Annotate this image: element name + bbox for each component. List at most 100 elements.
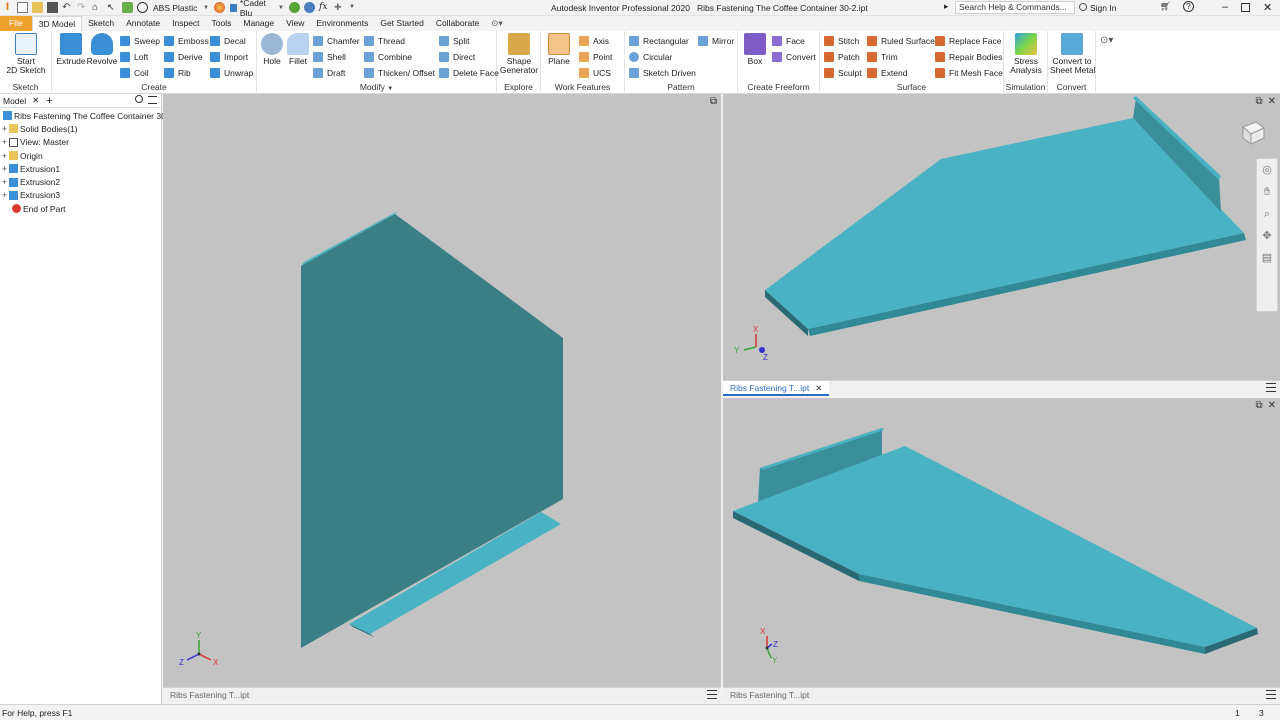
split-button[interactable]: Split xyxy=(439,34,470,47)
browser-menu-icon[interactable] xyxy=(148,96,157,104)
extrude-button[interactable]: Extrude xyxy=(56,33,86,66)
menu-icon[interactable] xyxy=(707,690,717,699)
import-button[interactable]: Import xyxy=(210,50,248,63)
tree-item-end-of-part[interactable]: End of Part xyxy=(0,202,161,215)
direct-button[interactable]: Direct xyxy=(439,50,475,63)
plane-button[interactable]: Plane xyxy=(545,33,573,66)
undo-icon[interactable]: ↶ xyxy=(62,2,73,13)
chamfer-button[interactable]: Chamfer xyxy=(313,34,360,47)
sweep-button[interactable]: Sweep xyxy=(120,34,160,47)
tree-item-extrusion2[interactable]: + Extrusion2 xyxy=(0,175,161,188)
redo-icon[interactable]: ↷ xyxy=(77,2,88,13)
trim-button[interactable]: Trim xyxy=(867,50,898,63)
emboss-button[interactable]: Emboss xyxy=(164,34,209,47)
open-icon[interactable] xyxy=(32,2,43,13)
combine-button[interactable]: Combine xyxy=(364,50,412,63)
appearance-dropdown[interactable]: *Cadet Blu ▼ xyxy=(227,0,287,18)
expand-icon[interactable]: + xyxy=(0,151,9,161)
repair-bodies-button[interactable]: Repair Bodies xyxy=(935,50,1002,63)
stress-analysis-button[interactable]: Stress Analysis xyxy=(1006,33,1046,75)
close-icon[interactable]: ✕ xyxy=(32,95,39,106)
viewport-bottom-right[interactable]: ⧉ ✕ X Z Y xyxy=(723,398,1280,687)
viewport-top-right[interactable]: ⧉ ✕ X Y Z xyxy=(723,94,1280,380)
tab-model[interactable]: Model ✕ xyxy=(0,95,42,106)
cart-icon[interactable]: 🛒︎ xyxy=(1160,1,1171,12)
ribbon-options-icon[interactable]: ⊙▾ xyxy=(485,16,508,31)
menu-icon[interactable] xyxy=(1266,383,1276,392)
maximize-button[interactable] xyxy=(1241,3,1250,12)
adjust-icon[interactable] xyxy=(304,2,315,13)
look-at-icon[interactable]: ▤ xyxy=(1257,247,1277,269)
tab-annotate[interactable]: Annotate xyxy=(120,16,166,31)
parameters-icon[interactable]: fx xyxy=(319,2,330,13)
revolve-button[interactable]: Revolve xyxy=(86,33,118,66)
zoom-icon[interactable]: ⌕ xyxy=(1257,203,1277,225)
select-icon[interactable]: ↖ xyxy=(107,2,118,13)
tab-3d-model[interactable]: 3D Model xyxy=(31,16,83,31)
thicken-offset-button[interactable]: Thicken/ Offset xyxy=(364,66,435,79)
replace-face-button[interactable]: Replace Face xyxy=(935,34,1001,47)
box-button[interactable]: Box xyxy=(742,33,768,66)
orbit-icon[interactable]: ✥ xyxy=(1257,225,1277,247)
thread-button[interactable]: Thread xyxy=(364,34,405,47)
patch-button[interactable]: Patch xyxy=(824,50,860,63)
group-label-modify[interactable]: Modify ▼ xyxy=(257,82,496,92)
viewport-left[interactable]: ⧉ Y X Z xyxy=(163,94,721,687)
tab-collaborate[interactable]: Collaborate xyxy=(430,16,485,31)
circular-button[interactable]: Circular xyxy=(629,50,672,63)
face-button[interactable]: Face xyxy=(772,34,805,47)
customize-icon[interactable]: ▼ xyxy=(349,2,360,13)
tree-item-part[interactable]: Ribs Fastening The Coffee Container 30-2… xyxy=(0,109,185,122)
sign-in-link[interactable]: Sign In xyxy=(1079,3,1116,13)
viewcube[interactable] xyxy=(1240,120,1266,146)
tab-inspect[interactable]: Inspect xyxy=(166,16,205,31)
doc-tab-top-right[interactable]: Ribs Fastening T...ipt ✕ xyxy=(723,380,830,396)
rib-button[interactable]: Rib xyxy=(164,66,191,79)
clear-appearance-icon[interactable] xyxy=(289,2,300,13)
loft-button[interactable]: Loft xyxy=(120,50,148,63)
ruled-surface-button[interactable]: Ruled Surface xyxy=(867,34,935,47)
ribbon-more-icon[interactable]: ⊙▾ xyxy=(1100,35,1113,46)
search-icon[interactable] xyxy=(135,95,143,103)
delete-face-button[interactable]: Delete Face xyxy=(439,66,499,79)
tab-get-started[interactable]: Get Started xyxy=(374,16,429,31)
tab-sketch[interactable]: Sketch xyxy=(82,16,120,31)
hole-button[interactable]: Hole xyxy=(259,33,285,66)
coil-button[interactable]: Coil xyxy=(120,66,149,79)
expand-icon[interactable]: + xyxy=(0,164,9,174)
tab-view[interactable]: View xyxy=(280,16,310,31)
mirror-button[interactable]: Mirror xyxy=(698,34,734,47)
fillet-button[interactable]: Fillet xyxy=(285,33,311,66)
ucs-button[interactable]: UCS xyxy=(579,66,611,79)
search-input[interactable]: Search Help & Commands... xyxy=(955,1,1075,14)
doc-tab-bottom-right[interactable]: Ribs Fastening T...ipt xyxy=(723,688,816,703)
tab-tools[interactable]: Tools xyxy=(206,16,238,31)
tab-manage[interactable]: Manage xyxy=(237,16,280,31)
add-tab-icon[interactable]: + xyxy=(46,95,52,107)
tab-environments[interactable]: Environments xyxy=(310,16,374,31)
derive-button[interactable]: Derive xyxy=(164,50,203,63)
sculpt-button[interactable]: Sculpt xyxy=(824,66,862,79)
draft-button[interactable]: Draft xyxy=(313,66,345,79)
expand-icon[interactable]: + xyxy=(0,137,9,147)
axis-button[interactable]: Axis xyxy=(579,34,609,47)
point-button[interactable]: Point xyxy=(579,50,612,63)
sketch-driven-button[interactable]: Sketch Driven xyxy=(629,66,696,79)
minimize-button[interactable]: – xyxy=(1222,1,1228,13)
convert-button[interactable]: Convert xyxy=(772,50,816,63)
doc-tab-left[interactable]: Ribs Fastening T...ipt xyxy=(163,688,256,703)
save-icon[interactable] xyxy=(47,2,58,13)
tree-item-view-master[interactable]: + View: Master xyxy=(0,136,161,149)
close-button[interactable]: ✕ xyxy=(1263,1,1272,14)
convert-sheet-metal-button[interactable]: Convert to Sheet Metal xyxy=(1050,33,1095,75)
extend-button[interactable]: Extend xyxy=(867,66,907,79)
new-icon[interactable] xyxy=(17,2,28,13)
expand-icon[interactable]: + xyxy=(0,177,9,187)
fit-mesh-face-button[interactable]: Fit Mesh Face xyxy=(935,66,1003,79)
tree-item-extrusion3[interactable]: + Extrusion3 xyxy=(0,189,161,202)
shell-button[interactable]: Shell xyxy=(313,50,346,63)
shape-generator-button[interactable]: Shape Generator xyxy=(499,33,539,75)
pan-icon[interactable]: ✋︎ xyxy=(1257,181,1277,203)
expand-icon[interactable]: + xyxy=(0,190,9,200)
decal-button[interactable]: Decal xyxy=(210,34,246,47)
